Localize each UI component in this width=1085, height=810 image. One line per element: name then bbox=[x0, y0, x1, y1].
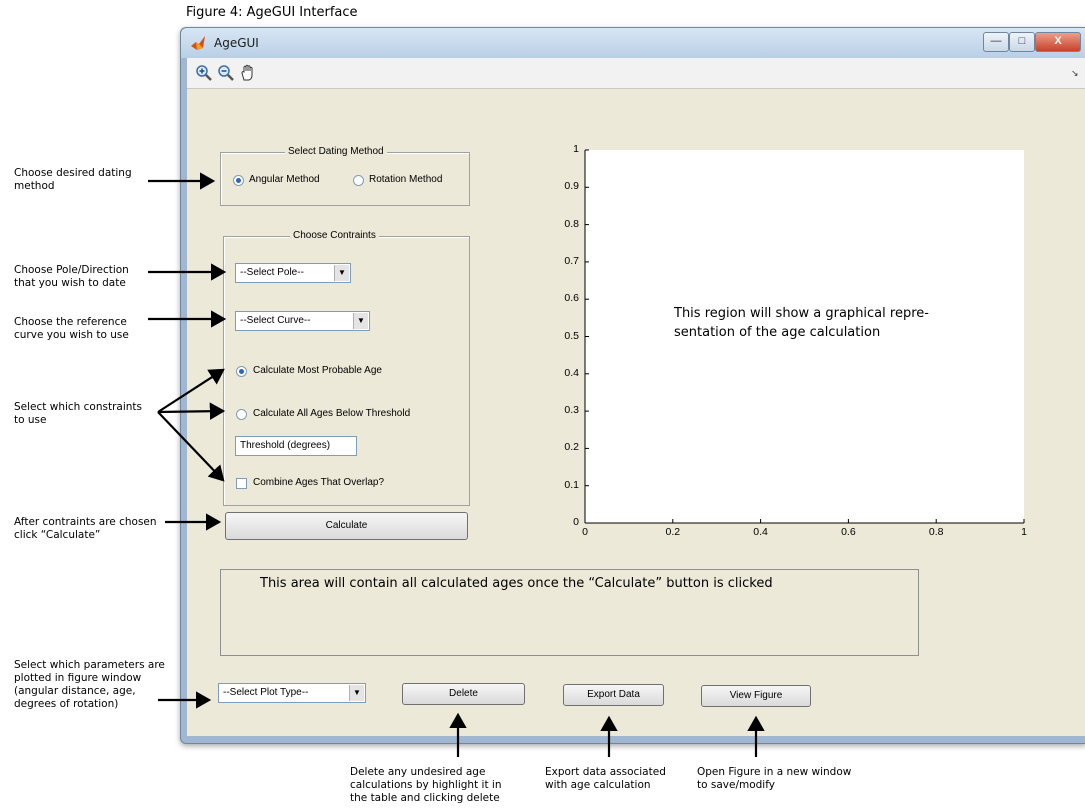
x-tick-label: 0.6 bbox=[841, 526, 856, 538]
window-title: AgeGUI bbox=[214, 36, 259, 50]
minimize-button[interactable]: — bbox=[983, 32, 1009, 52]
y-tick-label: 0.5 bbox=[564, 329, 579, 342]
close-button[interactable]: X bbox=[1035, 32, 1081, 52]
delete-button[interactable]: Delete bbox=[402, 683, 525, 705]
annotation-delete: Delete any undesired age calculations by … bbox=[350, 766, 502, 804]
export-data-button[interactable]: Export Data bbox=[563, 684, 664, 706]
x-tick-label: 0.4 bbox=[753, 526, 768, 538]
y-tick-label: 0.1 bbox=[564, 478, 579, 491]
select-plot-type-value: --Select Plot Type-- bbox=[223, 687, 309, 698]
chevron-down-icon: ▼ bbox=[349, 685, 364, 701]
annotation-pole: Choose Pole/Direction that you wish to da… bbox=[14, 264, 129, 289]
y-tick-label: 1 bbox=[573, 143, 579, 155]
x-tick-label: 0.2 bbox=[665, 526, 681, 538]
x-tick-label: 0 bbox=[582, 526, 588, 538]
matlab-icon bbox=[191, 36, 205, 50]
plot-placeholder-line2: sentation of the age calculation bbox=[674, 325, 881, 340]
annotation-dating: Choose desired dating method bbox=[14, 167, 132, 192]
annotation-calculate: After contraints are chosen click “Calcul… bbox=[14, 516, 157, 541]
y-tick-label: 0.9 bbox=[564, 180, 579, 193]
y-tick-label: 0.7 bbox=[564, 254, 579, 267]
title-bar[interactable]: AgeGUI — □ X bbox=[181, 28, 1085, 58]
x-tick-label: 0.8 bbox=[928, 526, 944, 538]
window-client-area: ↘ Select Dating Method Angular Method Ro… bbox=[187, 58, 1085, 736]
y-tick-label: 0.3 bbox=[564, 404, 579, 417]
annotation-curve: Choose the reference curve you wish to u… bbox=[14, 316, 129, 341]
results-placeholder-text: This area will contain all calculated ag… bbox=[260, 576, 773, 591]
figure-caption: Figure 4: AgeGUI Interface bbox=[186, 5, 358, 20]
y-tick-label: 0.4 bbox=[564, 366, 579, 379]
annotation-view: Open Figure in a new window to save/modif… bbox=[697, 766, 852, 791]
annotation-export: Export data associated with age calculati… bbox=[545, 766, 666, 791]
view-figure-button[interactable]: View Figure bbox=[701, 685, 811, 707]
annotation-constraints: Select which constraints to use bbox=[14, 401, 143, 426]
y-tick-label: 0.6 bbox=[564, 292, 579, 305]
agegui-window: AgeGUI — □ X ↘ Select Dating Method Angu… bbox=[180, 27, 1085, 744]
y-tick-label: 0.2 bbox=[564, 441, 579, 454]
maximize-button[interactable]: □ bbox=[1009, 32, 1035, 52]
plot-placeholder-line1: This region will show a graphical repre- bbox=[674, 306, 929, 321]
annotation-plot-type: Select which parameters are plotted in fi… bbox=[14, 659, 165, 710]
results-table[interactable]: This area will contain all calculated ag… bbox=[220, 569, 919, 656]
select-plot-type-dropdown[interactable]: --Select Plot Type-- ▼ bbox=[218, 683, 366, 703]
y-tick-label: 0.8 bbox=[564, 217, 579, 230]
x-tick-label: 1 bbox=[1021, 526, 1027, 538]
